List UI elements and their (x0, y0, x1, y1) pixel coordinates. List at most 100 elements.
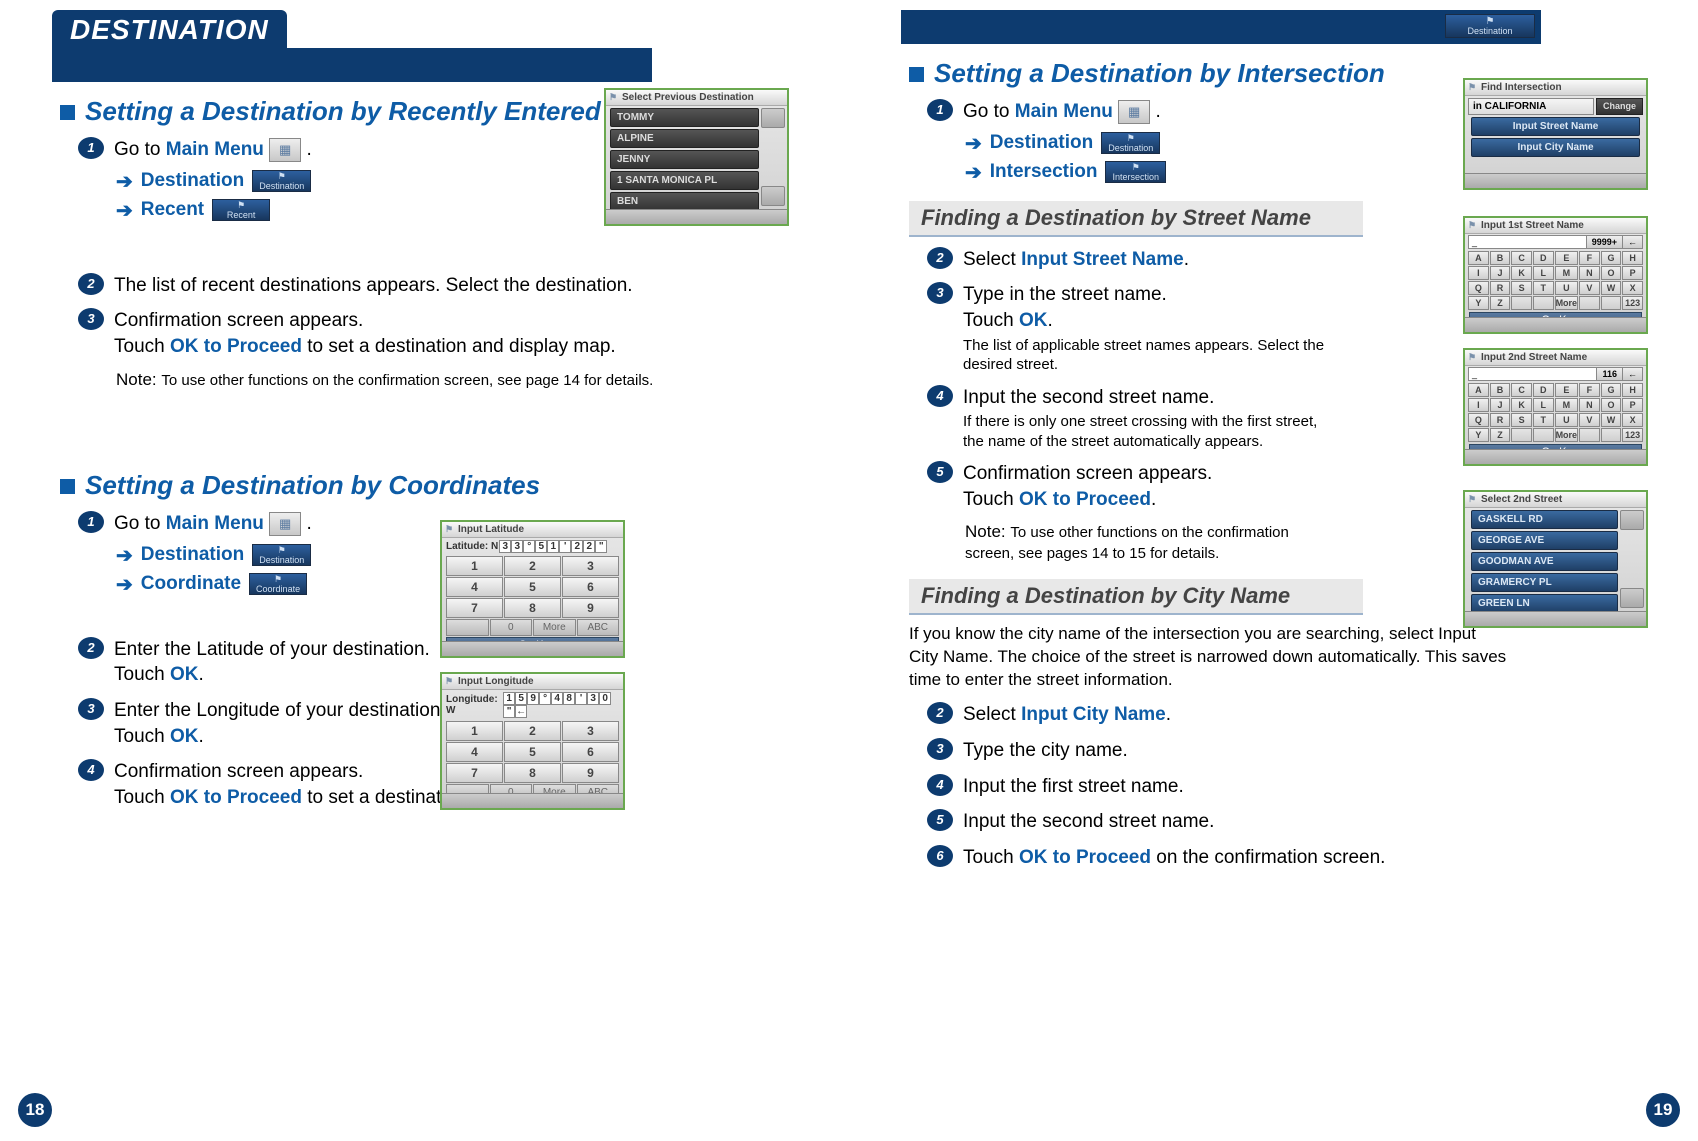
keyboard-key[interactable]: U (1555, 281, 1579, 295)
keyboard-key[interactable]: E (1555, 383, 1579, 397)
keyboard-key[interactable] (1601, 428, 1622, 442)
ok-to-proceed-link[interactable]: OK to Proceed (170, 336, 302, 357)
destination-link[interactable]: Destination (141, 544, 244, 566)
input-street-name-button[interactable]: Input Street Name (1471, 117, 1640, 136)
keyboard-key[interactable]: P (1622, 266, 1643, 280)
keyboard-key[interactable] (1533, 296, 1554, 310)
keyboard-key[interactable]: T (1533, 281, 1554, 295)
list-item[interactable]: 1 SANTA MONICA PL (610, 171, 759, 190)
keyboard-key[interactable]: 123 (1622, 428, 1643, 442)
keyboard-key[interactable]: B (1490, 383, 1511, 397)
keyboard-key[interactable]: Z (1490, 296, 1511, 310)
keypad-key[interactable]: 0 (490, 619, 533, 636)
keyboard-key[interactable]: M (1555, 266, 1579, 280)
keyboard-key[interactable]: T (1533, 413, 1554, 427)
keyboard-key[interactable]: S (1511, 413, 1532, 427)
keypad-key[interactable]: 8 (504, 763, 561, 783)
keypad-key[interactable]: 5 (504, 577, 561, 597)
keyboard-key[interactable]: Y (1468, 296, 1489, 310)
keyboard-key[interactable]: Q (1468, 413, 1489, 427)
keyboard-key[interactable]: O (1601, 398, 1622, 412)
main-menu-link[interactable]: Main Menu (166, 513, 264, 534)
keyboard-key[interactable]: Y (1468, 428, 1489, 442)
keyboard-key[interactable]: R (1490, 413, 1511, 427)
keypad-key[interactable]: 7 (446, 763, 503, 783)
keypad-key[interactable]: ABC (577, 619, 620, 636)
destination-link[interactable]: Destination (141, 170, 244, 192)
keyboard-key[interactable] (1511, 428, 1532, 442)
keypad-key[interactable]: 2 (504, 556, 561, 576)
keyboard-key[interactable]: B (1490, 251, 1511, 265)
keyboard-key[interactable]: Z (1490, 428, 1511, 442)
input-city-name-button[interactable]: Input City Name (1471, 138, 1640, 157)
main-menu-link[interactable]: Main Menu (1015, 101, 1113, 122)
intersection-link[interactable]: Intersection (990, 161, 1098, 183)
keyboard[interactable]: ABCDEFGHIJKLMNOPQRSTUVWXYZMore123 (1465, 382, 1646, 443)
keyboard-key[interactable] (1579, 428, 1600, 442)
list-item[interactable]: TOMMY (610, 108, 759, 127)
keyboard-key[interactable]: K (1511, 398, 1532, 412)
scroll-up-icon[interactable] (761, 108, 785, 128)
keypad-key[interactable]: 3 (562, 556, 619, 576)
keypad-key[interactable]: 6 (562, 577, 619, 597)
keyboard-key[interactable] (1601, 296, 1622, 310)
keypad-key[interactable]: 7 (446, 598, 503, 618)
ok-link[interactable]: OK (1019, 310, 1048, 331)
keyboard-key[interactable]: N (1579, 266, 1600, 280)
keyboard-key[interactable]: A (1468, 383, 1489, 397)
keypad-key[interactable]: 1 (446, 556, 503, 576)
keypad-key[interactable]: 2 (504, 721, 561, 741)
keyboard-key[interactable]: X (1622, 281, 1643, 295)
keyboard-key[interactable] (1511, 296, 1532, 310)
keyboard-key[interactable]: S (1511, 281, 1532, 295)
scroll-up-icon[interactable] (1620, 510, 1644, 530)
list-item[interactable]: GOODMAN AVE (1471, 552, 1618, 571)
keyboard-key[interactable]: F (1579, 383, 1600, 397)
keyboard-key[interactable]: 123 (1622, 296, 1643, 310)
list-item[interactable]: ALPINE (610, 129, 759, 148)
coordinate-link[interactable]: Coordinate (141, 573, 241, 595)
keyboard-key[interactable]: G (1601, 383, 1622, 397)
keyboard-key[interactable]: J (1490, 398, 1511, 412)
keyboard-key[interactable]: Q (1468, 281, 1489, 295)
keyboard-key[interactable]: P (1622, 398, 1643, 412)
keypad[interactable]: 123456789 (442, 555, 623, 619)
keyboard-key[interactable]: H (1622, 383, 1643, 397)
keyboard-key[interactable]: W (1601, 281, 1622, 295)
keyboard-key[interactable]: F (1579, 251, 1600, 265)
keyboard-key[interactable]: I (1468, 398, 1489, 412)
keyboard-key[interactable]: A (1468, 251, 1489, 265)
ok-link[interactable]: OK (170, 664, 199, 685)
keyboard-key[interactable]: E (1555, 251, 1579, 265)
keyboard-key[interactable]: G (1601, 251, 1622, 265)
keyboard-key[interactable]: R (1490, 281, 1511, 295)
keyboard-key[interactable]: D (1533, 251, 1554, 265)
ok-to-proceed-link[interactable]: OK to Proceed (170, 787, 302, 808)
keyboard-key[interactable]: L (1533, 398, 1554, 412)
keypad-key[interactable]: 1 (446, 721, 503, 741)
scroll-down-icon[interactable] (761, 186, 785, 206)
keyboard-key[interactable]: V (1579, 281, 1600, 295)
keypad-key[interactable]: 9 (562, 763, 619, 783)
list-item[interactable]: JENNY (610, 150, 759, 169)
keyboard-key[interactable] (1533, 428, 1554, 442)
keypad-key[interactable]: More (533, 619, 576, 636)
keypad-key[interactable] (446, 619, 489, 636)
keypad-key[interactable]: 5 (504, 742, 561, 762)
keyboard-key[interactable]: L (1533, 266, 1554, 280)
keypad-key[interactable]: 3 (562, 721, 619, 741)
keyboard-key[interactable]: K (1511, 266, 1532, 280)
keyboard-key[interactable]: N (1579, 398, 1600, 412)
keyboard-key[interactable]: More (1555, 428, 1579, 442)
destination-link[interactable]: Destination (990, 132, 1093, 154)
list-item[interactable]: GRAMERCY PL (1471, 573, 1618, 592)
keyboard-key[interactable]: O (1601, 266, 1622, 280)
ok-to-proceed-link[interactable]: OK to Proceed (1019, 489, 1151, 510)
keyboard-key[interactable]: D (1533, 383, 1554, 397)
input-city-name-link[interactable]: Input City Name (1021, 704, 1166, 725)
keyboard-key[interactable]: More (1555, 296, 1579, 310)
keyboard-key[interactable]: J (1490, 266, 1511, 280)
keypad-key[interactable]: 6 (562, 742, 619, 762)
input-street-name-link[interactable]: Input Street Name (1021, 249, 1184, 270)
list-item[interactable]: GASKELL RD (1471, 510, 1618, 529)
